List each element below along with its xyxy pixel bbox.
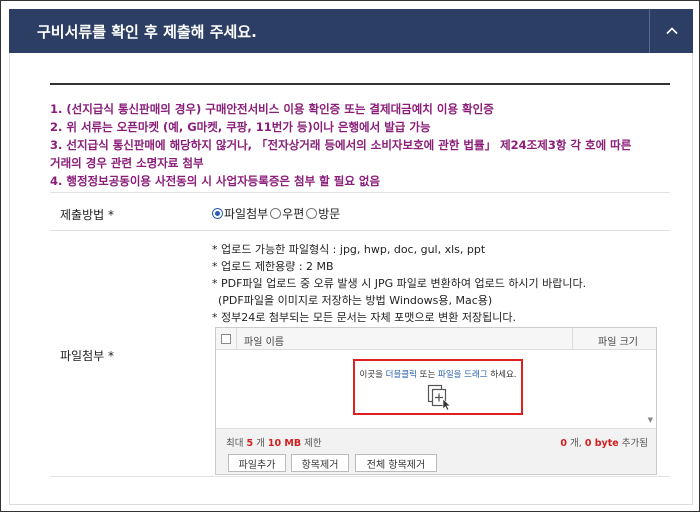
radio-file[interactable] (212, 208, 223, 219)
attachment-label: 파일첨부 * (60, 349, 114, 363)
section-header: 구비서류를 확인 후 제출해 주세요. (9, 9, 693, 53)
divider (50, 476, 670, 477)
method-option-label: 우편 (282, 207, 305, 221)
add-file-icon (427, 384, 452, 411)
method-option-visit[interactable]: 방문 (306, 205, 340, 222)
column-divider (236, 328, 237, 350)
add-file-button[interactable]: 파일추가 (228, 454, 286, 472)
window-frame: 구비서류를 확인 후 제출해 주세요. 1. (선지급식 통신판매의 경우) 구… (0, 0, 700, 512)
upload-info: * 업로드 가능한 파일형식 : jpg, hwp, doc, gul, xls… (212, 241, 586, 326)
drop-instruction: 이곳을 더블클릭 또는 파일을 드래그 하세요. (355, 368, 521, 380)
submit-method-group: 파일첨부 우편 방문 (212, 205, 340, 222)
column-file-name: 파일 이름 (244, 337, 284, 348)
column-file-size: 파일 크기 (598, 337, 638, 348)
drop-text-suffix: 하세요. (487, 370, 517, 380)
notice-line: 거래의 경우 관련 소명자료 첨부 (50, 156, 204, 170)
top-rule (50, 83, 670, 85)
collapse-button[interactable] (649, 9, 693, 53)
divider (50, 192, 670, 193)
file-uploader: 파일 이름 파일 크기 이곳을 더블클릭 또는 파일을 드래그 하세요. ▼ 최… (215, 327, 657, 475)
info-line: * 정부24로 첨부되는 모든 문서는 자체 포맷으로 변환 저장됩니다. (212, 311, 516, 324)
notice-line: 2. 위 서류는 오픈마켓 (예, G마켓, 쿠팡, 11번가 등)이나 은행에… (50, 120, 431, 134)
remove-item-button[interactable]: 항목제거 (291, 454, 349, 472)
double-click-link[interactable]: 더블클릭 (386, 370, 417, 380)
scroll-down-arrow[interactable]: ▼ (648, 416, 653, 424)
drop-text-middle: 또는 (416, 370, 438, 380)
drop-zone[interactable]: 이곳을 더블클릭 또는 파일을 드래그 하세요. (353, 359, 523, 415)
uploader-button-row: 파일추가 항목제거 전체 항목제거 (216, 452, 656, 474)
notice-line: 1. (선지급식 통신판매의 경우) 구매안전서비스 이용 확인증 또는 결제대… (50, 102, 494, 116)
remove-all-button[interactable]: 전체 항목제거 (355, 454, 437, 472)
info-line: (PDF파일을 이미지로 저장하는 방법 Windows용, Mac용) (218, 294, 493, 307)
limit-mid: 개 (253, 438, 268, 449)
added-status: 0 개, 0 byte 추가됨 (560, 435, 648, 449)
select-all-checkbox[interactable] (221, 334, 231, 344)
divider (50, 230, 670, 231)
limit-suffix: 제한 (301, 438, 322, 449)
radio-mail[interactable] (270, 208, 282, 219)
drag-file-link[interactable]: 파일을 드래그 (438, 370, 488, 380)
chevron-up-icon (665, 27, 678, 35)
column-divider (572, 328, 573, 350)
method-option-label: 파일첨부 (224, 207, 269, 221)
count-unit: 개, (567, 438, 585, 449)
notice-line: 3. 선지급식 통신판매에 해당하지 않거나, 「전자상거래 등에서의 소비자보… (50, 138, 632, 152)
section-title: 구비서류를 확인 후 제출해 주세요. (37, 23, 257, 41)
notice-list: 1. (선지급식 통신판매의 경우) 구매안전서비스 이용 확인증 또는 결제대… (50, 100, 670, 190)
file-table-header: 파일 이름 파일 크기 (216, 328, 656, 350)
info-line: * PDF파일 업로드 중 오류 발생 시 JPG 파일로 변환하여 업로드 하… (212, 277, 587, 290)
info-line: * 업로드 제한용량 : 2 MB (212, 260, 334, 273)
drop-text-prefix: 이곳을 (359, 370, 386, 380)
method-option-file[interactable]: 파일첨부 (212, 205, 268, 222)
info-line: * 업로드 가능한 파일형식 : jpg, hwp, doc, gul, xls… (212, 243, 486, 256)
added-suffix: 추가됨 (618, 438, 648, 449)
upload-limit: 최대 5 개 10 MB 제한 (226, 435, 322, 449)
added-size: 0 byte (584, 438, 619, 449)
file-drop-area[interactable]: 이곳을 더블클릭 또는 파일을 드래그 하세요. ▼ (216, 351, 656, 428)
method-option-label: 방문 (318, 207, 341, 221)
max-size: 10 MB (267, 438, 302, 449)
upload-status-bar: 최대 5 개 10 MB 제한 0 개, 0 byte 추가됨 (216, 428, 656, 452)
method-option-mail[interactable]: 우편 (270, 205, 304, 222)
submit-method-label: 제출방법 * (60, 208, 114, 222)
limit-prefix: 최대 (226, 438, 247, 449)
radio-visit[interactable] (306, 208, 318, 219)
section-body: 1. (선지급식 통신판매의 경우) 구매안전서비스 이용 확인증 또는 결제대… (9, 53, 693, 505)
notice-line: 4. 행정정보공동이용 사전동의 시 사업자등록증은 첨부 할 필요 없음 (50, 174, 381, 188)
